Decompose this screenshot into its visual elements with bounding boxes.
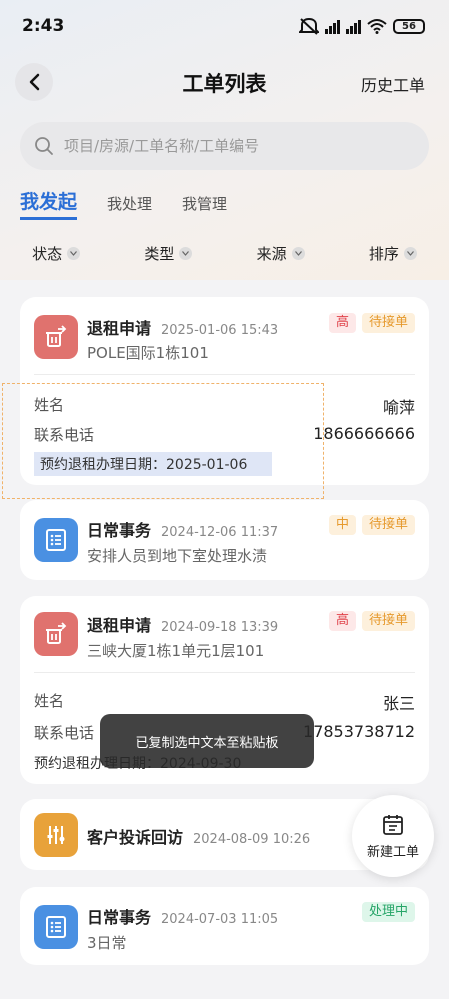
order-title: 退租申请 2024-09-18 13:39 [87,612,278,636]
status-badge: 待接单 [361,515,415,535]
wifi-icon [367,19,387,34]
priority-badge: 高 [328,313,356,333]
new-order-button[interactable]: 新建工单 [352,795,434,877]
name-label: 姓名 [34,692,65,710]
list-icon [34,518,78,562]
status-icons: 56 [299,14,425,38]
tab-handling[interactable]: 我处理 [107,193,152,220]
order-type: 日常事务 [87,908,152,927]
filter-source[interactable]: 来源 [257,243,305,264]
order-type: 退租申请 [87,616,152,635]
order-time: 2025-01-06 15:43 [161,323,279,338]
order-time: 2024-08-09 10:26 [193,832,311,847]
name-value: 喻萍 [382,398,415,417]
refund-icon [34,315,78,359]
new-order-label: 新建工单 [366,844,419,860]
order-subtitle: 3日常 [87,934,127,952]
order-type: 客户投诉回访 [87,828,184,847]
filter-label: 排序 [368,244,399,263]
filter-status[interactable]: 状态 [32,243,81,264]
filter-bar: 状态 类型 来源 排序 [0,238,449,268]
chevron-down-icon [179,246,193,260]
order-badges: 高 待接单 [328,611,415,631]
copy-toast: 已复制选中文本至粘贴板 [100,714,314,768]
chevron-down-icon [291,246,305,260]
phone-value: 1866666666 [313,424,415,443]
order-time: 2024-07-03 11:05 [161,912,279,927]
refund-icon [34,612,78,656]
order-subtitle: 安排人员到地下室处理水渍 [87,547,268,565]
priority-badge: 中 [328,515,356,535]
phone-label: 联系电话 [34,724,95,742]
filter-sort[interactable]: 排序 [369,243,417,264]
sliders-icon [34,813,78,857]
order-title: 退租申请 2025-01-06 15:43 [87,315,278,339]
order-badges: 高 待接单 [328,313,415,333]
priority-badge: 高 [328,611,356,631]
order-type: 退租申请 [87,319,152,338]
status-badge: 待接单 [361,611,415,631]
order-time: 2024-12-06 11:37 [161,525,279,540]
mute-icon [299,17,319,35]
order-subtitle: POLE国际1栋101 [87,344,209,362]
status-badge: 待接单 [361,313,415,333]
filter-label: 状态 [32,244,63,263]
status-time: 2:43 [22,16,65,36]
list-icon [34,905,78,949]
order-type: 日常事务 [87,521,152,540]
order-card[interactable]: 日常事务 2024-07-03 11:05 3日常 处理中 [20,887,429,965]
chevron-down-icon [67,246,81,260]
filter-label: 来源 [256,244,287,263]
order-title: 客户投诉回访 2024-08-09 10:26 [87,824,310,848]
search-bar[interactable] [20,122,429,170]
nav-bar: 工单列表 历史工单 [0,52,449,108]
order-card[interactable]: 日常事务 2024-12-06 11:37 安排人员到地下室处理水渍 中 待接单 [20,500,429,580]
battery-icon: 56 [393,18,425,34]
tab-bar: 我发起 我处理 我管理 [20,186,257,220]
order-title: 日常事务 2024-12-06 11:37 [87,517,278,541]
tab-initiated[interactable]: 我发起 [20,187,78,220]
phone-value: 17853738712 [303,722,415,741]
order-badges: 处理中 [361,902,415,922]
calendar-icon [383,814,403,835]
tab-managing[interactable]: 我管理 [182,193,227,220]
history-orders-link[interactable]: 历史工单 [361,72,425,96]
order-time: 2024-09-18 13:39 [161,620,279,635]
divider [34,672,415,673]
signal-icon-1 [325,18,340,34]
order-subtitle: 三峡大厦1栋1单元1层101 [87,642,265,660]
filter-type[interactable]: 类型 [144,243,193,264]
signal-icon-2 [346,18,361,34]
status-badge: 处理中 [361,902,415,922]
chevron-down-icon [403,246,417,260]
status-bar: 2:43 56 [0,0,449,52]
order-title: 日常事务 2024-07-03 11:05 [87,904,278,928]
search-icon [35,137,53,155]
text-selection-box [2,383,324,499]
name-value: 张三 [382,694,415,713]
order-badges: 中 待接单 [328,515,415,535]
divider [34,374,415,375]
filter-label: 类型 [144,244,175,263]
search-input[interactable] [62,136,406,156]
